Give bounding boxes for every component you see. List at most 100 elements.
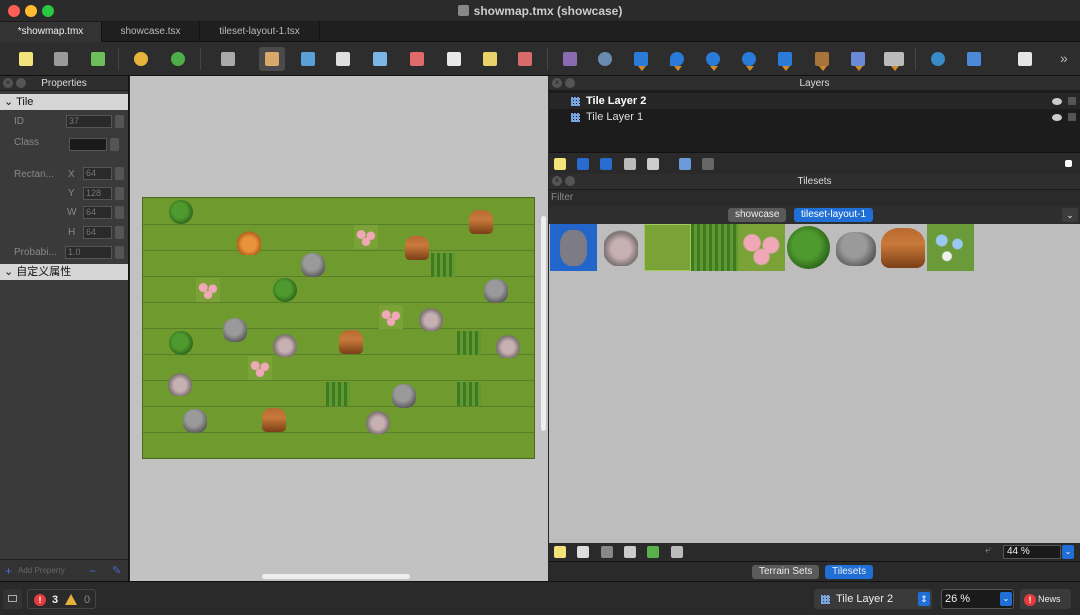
x-stepper[interactable] [115,167,124,180]
tile-blue-flowers[interactable] [927,224,974,271]
horizontal-scrollbar[interactable] [262,574,410,579]
insert-ellipse-button[interactable] [700,47,726,71]
probability-field[interactable]: 1.0 [65,246,112,259]
tileset-tab-showcase[interactable]: showcase [728,208,787,222]
bucket-fill-button[interactable] [330,47,356,71]
class-field[interactable] [69,138,107,151]
duplicate-layer-icon[interactable] [624,158,636,170]
tile-tall-grass[interactable] [691,224,738,271]
tab-showmap[interactable]: *showmap.tmx [0,22,102,42]
layer-row-tile-layer-2[interactable]: Tile Layer 2 [549,93,1080,109]
tileset-zoom-field[interactable]: 44 % [1003,545,1061,559]
map-zoom-field[interactable]: 26 % ⌄ [941,589,1014,609]
shape-fill-button[interactable] [367,47,393,71]
delete-layer-icon[interactable] [647,158,659,170]
embed-tileset-icon[interactable] [577,546,589,558]
tile-rock[interactable] [832,224,879,271]
id-stepper[interactable] [115,115,124,128]
tab-terrain-sets[interactable]: Terrain Sets [752,565,820,579]
dynamic-wrapping-icon[interactable]: ⤶ [985,544,991,557]
w-field[interactable]: 64 [83,206,112,219]
issues-button[interactable]: ! 3 0 [27,589,96,609]
id-field[interactable]: 37 [66,115,112,128]
lock-others-icon[interactable] [702,158,714,170]
y-field[interactable]: 128 [83,187,112,200]
panel-close-icon[interactable]: × [552,78,562,88]
tileset-filter-input[interactable]: Filter [549,190,1080,206]
tileset-list-dropdown[interactable]: ⌄ [1062,208,1078,222]
eraser-button[interactable] [404,47,430,71]
w-stepper[interactable] [115,206,124,219]
edit-polygons-button[interactable] [592,47,618,71]
random-dice-button[interactable] [1012,47,1038,71]
insert-polygon-button[interactable] [736,47,762,71]
remove-property-icon[interactable]: − [89,564,96,578]
y-stepper[interactable] [115,187,124,200]
vertical-scrollbar[interactable] [541,216,546,431]
terrain-icon[interactable] [647,546,659,558]
insert-rectangle-button[interactable] [628,47,654,71]
map-canvas[interactable] [142,197,535,459]
edit-tileset-icon[interactable] [624,546,636,558]
insert-polyline-button[interactable] [772,47,798,71]
console-toggle-button[interactable] [3,589,22,609]
tab-tilesets[interactable]: Tilesets [825,565,874,579]
tile-mouse[interactable] [598,224,645,271]
object-select-button[interactable] [557,47,583,71]
select-same-tile-button[interactable] [512,47,538,71]
h-stepper[interactable] [115,226,124,239]
x-field[interactable]: 64 [83,167,112,180]
lock-icon[interactable] [1068,113,1076,121]
rename-property-icon[interactable]: ✎ [112,564,121,577]
save-button[interactable] [85,47,111,71]
tileset-tab-layout-1[interactable]: tileset-layout-1 [794,208,874,222]
panel-close-icon[interactable]: × [3,78,13,88]
tileset-view[interactable] [549,224,1080,544]
show-hide-others-icon[interactable] [679,158,691,170]
tile-bush[interactable] [785,224,832,271]
tile-stump[interactable] [879,224,926,271]
open-file-button[interactable] [48,47,74,71]
tileset-zoom-dropdown[interactable]: ⌄ [1062,545,1074,559]
class-dropdown[interactable] [110,138,119,151]
current-layer-select[interactable]: Tile Layer 2 ⇕ [814,589,932,609]
layer-options-icon[interactable] [1065,160,1072,167]
panel-float-icon[interactable] [16,78,26,88]
probability-stepper[interactable] [115,246,124,259]
undo-button[interactable] [128,47,154,71]
raise-layer-icon[interactable] [577,158,589,170]
group-tile[interactable]: ⌄ Tile [0,94,128,110]
group-custom-properties[interactable]: ⌄ 自定义属性 [0,264,128,280]
tab-showcase[interactable]: showcase.tsx [102,22,200,42]
layer-row-tile-layer-1[interactable]: Tile Layer 1 [549,109,1080,125]
new-file-button[interactable] [13,47,39,71]
add-property-button[interactable]: Add Property [18,566,65,575]
map-view[interactable] [130,76,548,581]
insert-text-button[interactable] [881,47,907,71]
stamp-brush-button[interactable] [259,47,285,71]
magic-wand-button[interactable] [477,47,503,71]
world-tool-button[interactable] [925,47,951,71]
random-mode-button[interactable] [215,47,241,71]
redo-button[interactable] [165,47,191,71]
insert-template-button[interactable] [845,47,871,71]
tile-flowers[interactable] [738,224,785,271]
insert-point-button[interactable] [664,47,690,71]
toolbar-overflow-button[interactable]: » [1056,47,1078,71]
tile-grass[interactable] [644,224,691,271]
panel-float-icon[interactable] [565,176,575,186]
h-field[interactable]: 64 [83,226,112,239]
new-layer-icon[interactable] [554,158,566,170]
terrain-brush-button[interactable] [295,47,321,71]
lock-icon[interactable] [1068,97,1076,105]
news-button[interactable]: ! News [1020,589,1071,609]
lower-layer-icon[interactable] [600,158,612,170]
delete-tileset-icon[interactable] [671,546,683,558]
panel-float-icon[interactable] [565,78,575,88]
export-tileset-icon[interactable] [601,546,613,558]
insert-tile-button[interactable] [809,47,835,71]
tab-tileset-layout-1[interactable]: tileset-layout-1.tsx [200,22,320,42]
move-map-button[interactable] [961,47,987,71]
visibility-eye-icon[interactable] [1052,98,1062,105]
panel-close-icon[interactable]: × [552,176,562,186]
